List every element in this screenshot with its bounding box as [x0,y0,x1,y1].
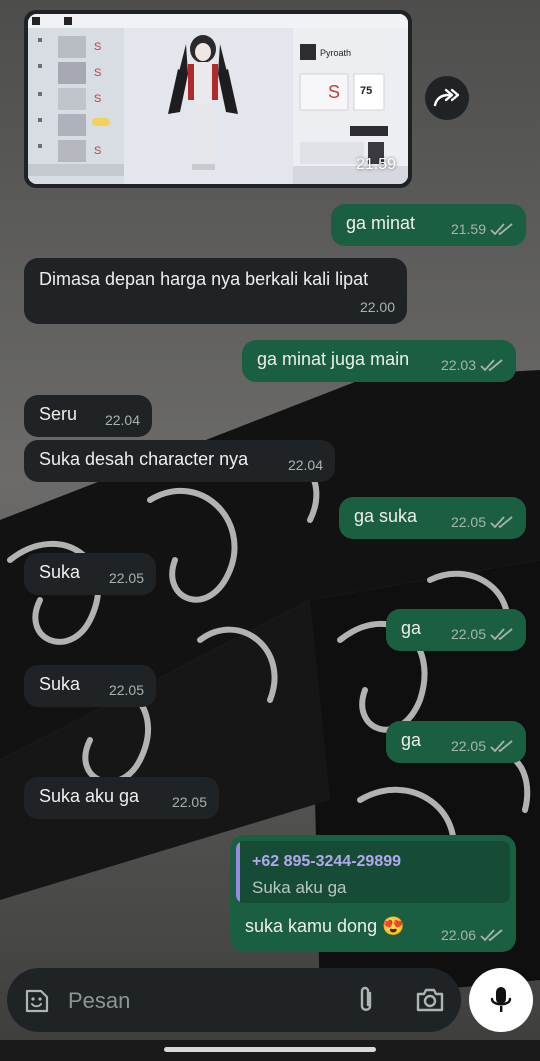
microphone-button[interactable] [469,968,533,1032]
emoji-icon[interactable] [23,987,51,1015]
double-check-icon [490,516,513,529]
message-bubble-incoming[interactable]: Dimasa depan harga nya berkali kali lipa… [24,258,407,324]
message-text: ga [401,618,422,638]
message-text: Seru [39,404,78,424]
message-bubble-incoming[interactable]: Suka aku ga 22.05 [24,777,219,819]
quoted-sender: +62 895-3244-29899 [252,853,402,870]
system-navigation-bar [0,1040,540,1061]
message-bubble-incoming[interactable]: Suka 22.05 [24,665,156,707]
svg-text:Pyroath: Pyroath [320,48,351,58]
message-time: 22.04 [104,412,140,428]
message-text: Dimasa depan harga nya berkali kali lipa… [39,269,369,289]
forward-button[interactable] [425,76,469,120]
svg-text:S: S [94,67,101,79]
message-bubble-outgoing[interactable]: ga 22.05 [386,721,526,763]
message-bubble-incoming[interactable]: Suka 22.05 [24,553,156,595]
message-bubble-outgoing[interactable]: ga suka 22.05 [339,497,526,539]
camera-icon[interactable] [415,986,445,1014]
microphone-icon [490,987,512,1012]
message-time: 22.05 [108,570,144,586]
message-bubble-outgoing[interactable]: ga minat juga main 22.03 [242,340,516,382]
message-text: ga suka [354,506,418,526]
svg-text:S: S [94,41,101,53]
svg-text:S: S [94,145,101,157]
quote-bar [236,841,240,903]
message-text: Suka [39,562,81,582]
double-check-icon [480,929,503,942]
message-time: 22.06 [440,927,476,943]
message-time: 22.05 [108,682,144,698]
quoted-message[interactable]: +62 895-3244-29899 Suka aku ga [236,841,510,903]
message-time: 22.03 [440,357,476,373]
message-time: 21.59 [450,221,486,237]
message-text: ga minat juga main [257,349,410,369]
message-text: Suka [39,674,81,694]
double-check-icon [480,359,503,372]
message-time: 22.00 [359,299,395,315]
image-message[interactable]: S S S S Pyroath S 75 21.59 [24,10,412,188]
message-text: ga [401,730,422,750]
svg-text:S: S [94,93,101,105]
message-time: 22.05 [450,738,486,754]
home-gesture-pill[interactable] [164,1047,376,1052]
message-time: 22.04 [287,457,323,473]
message-text: ga minat [346,213,416,233]
svg-text:S: S [328,82,340,102]
message-text: Suka aku ga [39,786,140,806]
quoted-text: Suka aku ga [252,878,347,897]
game-screenshot-thumbnail[interactable]: S S S S Pyroath S 75 21.59 [28,14,408,184]
forward-icon [433,88,460,107]
double-check-icon [490,223,513,236]
double-check-icon [490,628,513,641]
message-bubble-outgoing[interactable]: ga 22.05 [386,609,526,651]
message-bubble-reply[interactable]: +62 895-3244-29899 Suka aku ga suka kamu… [230,835,516,952]
message-bubble-incoming[interactable]: Seru 22.04 [24,395,152,437]
message-time: 22.05 [450,514,486,530]
message-time: 22.05 [171,794,207,810]
message-text: Suka desah character nya [39,449,249,469]
message-bubble-outgoing[interactable]: ga minat 21.59 [331,204,526,246]
message-input-bar[interactable]: Pesan [7,968,461,1032]
message-bubble-incoming[interactable]: Suka desah character nya 22.04 [24,440,335,482]
double-check-icon [490,740,513,753]
svg-text:75: 75 [360,85,372,97]
message-input-placeholder[interactable]: Pesan [68,988,130,1014]
message-time: 22.05 [450,626,486,642]
message-text: suka kamu dong 😍 [245,916,405,936]
paperclip-icon[interactable] [355,985,377,1015]
image-message-time: 21.59 [355,156,396,173]
